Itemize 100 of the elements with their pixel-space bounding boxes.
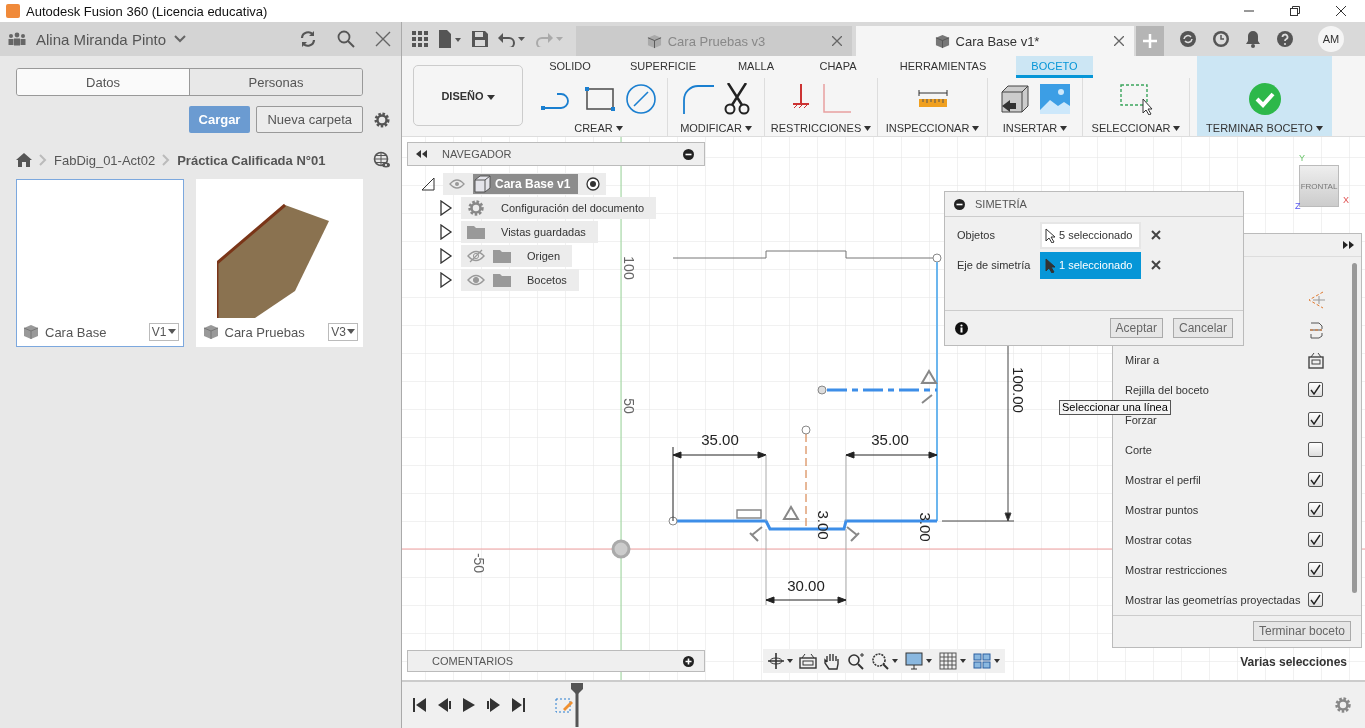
checkbox[interactable]: [1308, 472, 1323, 488]
info-icon[interactable]: [955, 321, 968, 335]
selection-field[interactable]: 5 seleccionado: [1040, 221, 1141, 249]
pan-hand-icon[interactable]: [823, 652, 841, 670]
ok-button[interactable]: Aceptar: [1109, 318, 1163, 338]
dimension-value[interactable]: 30.00: [787, 576, 825, 594]
checkbox[interactable]: [1308, 382, 1323, 398]
group-menu-button[interactable]: RESTRICCIONES: [770, 122, 872, 134]
timeline-marker[interactable]: [571, 683, 583, 727]
minimize-icon[interactable]: [954, 198, 965, 210]
group-menu-button[interactable]: MODIFICAR: [680, 122, 752, 134]
rectangle-icon[interactable]: [584, 86, 615, 112]
save-icon[interactable]: [472, 31, 488, 47]
close-icon[interactable]: [1335, 5, 1347, 17]
checkbox[interactable]: [1308, 442, 1323, 458]
dimension-value[interactable]: 3.00: [917, 512, 935, 542]
next-icon[interactable]: [486, 698, 500, 712]
checkbox[interactable]: [1308, 592, 1323, 608]
workspace-dropdown[interactable]: DISEÑO: [413, 65, 523, 126]
search-icon[interactable]: [337, 30, 355, 48]
fillet-icon[interactable]: [682, 84, 714, 114]
expander-icon[interactable]: [439, 272, 453, 288]
add-icon[interactable]: [683, 655, 694, 667]
orbit-icon[interactable]: [767, 652, 793, 670]
expander-icon[interactable]: [439, 248, 453, 264]
help-icon[interactable]: [1276, 30, 1294, 48]
globe-icon[interactable]: [373, 151, 391, 169]
breadcrumb-link[interactable]: FabDig_01-Act02: [54, 152, 156, 168]
ribbon-tab[interactable]: SUPERFICIE: [610, 56, 716, 78]
dimension-value[interactable]: 35.00: [701, 430, 739, 448]
settings-icon[interactable]: [1334, 696, 1352, 714]
dimension-value[interactable]: 100.00: [1010, 367, 1028, 413]
checkbox[interactable]: [1308, 412, 1323, 428]
look-at-icon[interactable]: [799, 653, 817, 669]
ribbon-tab[interactable]: MALLA: [716, 56, 796, 78]
finish-sketch-button[interactable]: Terminar boceto: [1252, 621, 1351, 642]
refresh-icon[interactable]: [299, 30, 317, 48]
undo-icon[interactable]: [498, 31, 526, 47]
checkbox[interactable]: [1308, 562, 1323, 578]
document-tab[interactable]: Cara Base v1*: [856, 26, 1134, 56]
group-menu-button[interactable]: CREAR: [574, 122, 623, 134]
clear-icon[interactable]: [1151, 230, 1161, 240]
zoom-icon[interactable]: [847, 652, 865, 670]
viewports-icon[interactable]: [973, 652, 1001, 670]
breadcrumb-link[interactable]: Práctica Calificada N°01: [177, 152, 326, 168]
checkbox[interactable]: [1308, 532, 1323, 548]
bell-icon[interactable]: [1245, 30, 1261, 48]
first-frame-icon[interactable]: [413, 698, 427, 712]
scissors-icon[interactable]: [724, 83, 750, 115]
play-icon[interactable]: [463, 698, 475, 712]
dimension-value[interactable]: 35.00: [871, 430, 909, 448]
chevron-down-icon[interactable]: [174, 35, 187, 43]
zoom-window-icon[interactable]: [871, 652, 899, 670]
panel-tab[interactable]: Datos: [17, 69, 189, 95]
radio-button[interactable]: [586, 177, 601, 191]
tree-item-label[interactable]: Origen: [527, 250, 567, 262]
apps-grid-icon[interactable]: [412, 31, 428, 47]
maximize-icon[interactable]: [1289, 5, 1301, 17]
group-menu-button[interactable]: TERMINAR BOCETO: [1206, 122, 1323, 134]
sync-icon[interactable]: [1179, 30, 1197, 48]
scrollbar[interactable]: [1352, 262, 1357, 593]
last-frame-icon[interactable]: [511, 698, 525, 712]
group-menu-button[interactable]: INSPECCIONAR: [885, 122, 980, 134]
circle-icon[interactable]: [624, 83, 657, 115]
previous-icon[interactable]: [438, 698, 452, 712]
group-menu-button[interactable]: SELECCIONAR: [1091, 122, 1181, 134]
minimize-icon[interactable]: [683, 148, 694, 160]
look-at-icon[interactable]: [1307, 350, 1325, 369]
profile-icon[interactable]: [1307, 320, 1325, 339]
grid-icon[interactable]: [939, 652, 967, 670]
panel-tab[interactable]: Personas: [189, 69, 362, 95]
ribbon-tab[interactable]: HERRAMIENTAS: [880, 56, 1006, 78]
display-icon[interactable]: [905, 652, 933, 670]
view-cube[interactable]: FRONTAL: [1299, 165, 1339, 207]
expander-icon[interactable]: [421, 177, 435, 191]
expand-right-icon[interactable]: [1343, 240, 1355, 249]
home-icon[interactable]: [16, 153, 32, 167]
user-avatar[interactable]: AM: [1318, 26, 1344, 52]
group-menu-button[interactable]: INSERTAR: [1002, 122, 1068, 134]
collapse-left-icon[interactable]: [416, 150, 428, 158]
user-name[interactable]: Alina Miranda Pinto: [36, 30, 167, 48]
insert-box-icon[interactable]: [1000, 84, 1030, 114]
expander-icon[interactable]: [439, 224, 453, 240]
new-folder-button[interactable]: Nueva carpeta: [256, 106, 363, 133]
clock-icon[interactable]: [1212, 30, 1230, 48]
file-card[interactable]: Cara Base V1: [16, 179, 184, 347]
window-select-icon[interactable]: [1119, 83, 1153, 115]
clear-icon[interactable]: [1151, 260, 1161, 270]
cancel-button[interactable]: Cancelar: [1172, 318, 1233, 338]
file-icon[interactable]: [438, 30, 462, 48]
ribbon-tab[interactable]: CHAPA: [796, 56, 880, 78]
ribbon-tab[interactable]: SOLIDO: [530, 56, 610, 78]
checkbox[interactable]: [1308, 502, 1323, 518]
version-dropdown[interactable]: V1: [148, 323, 179, 341]
expander-icon[interactable]: [439, 200, 453, 216]
settings-icon[interactable]: [373, 110, 391, 129]
ruler-icon[interactable]: [917, 89, 948, 109]
file-card[interactable]: Cara Pruebas V3: [195, 179, 363, 347]
dimension-value[interactable]: 3.00: [815, 510, 833, 540]
checkmark-icon[interactable]: [1248, 83, 1281, 115]
